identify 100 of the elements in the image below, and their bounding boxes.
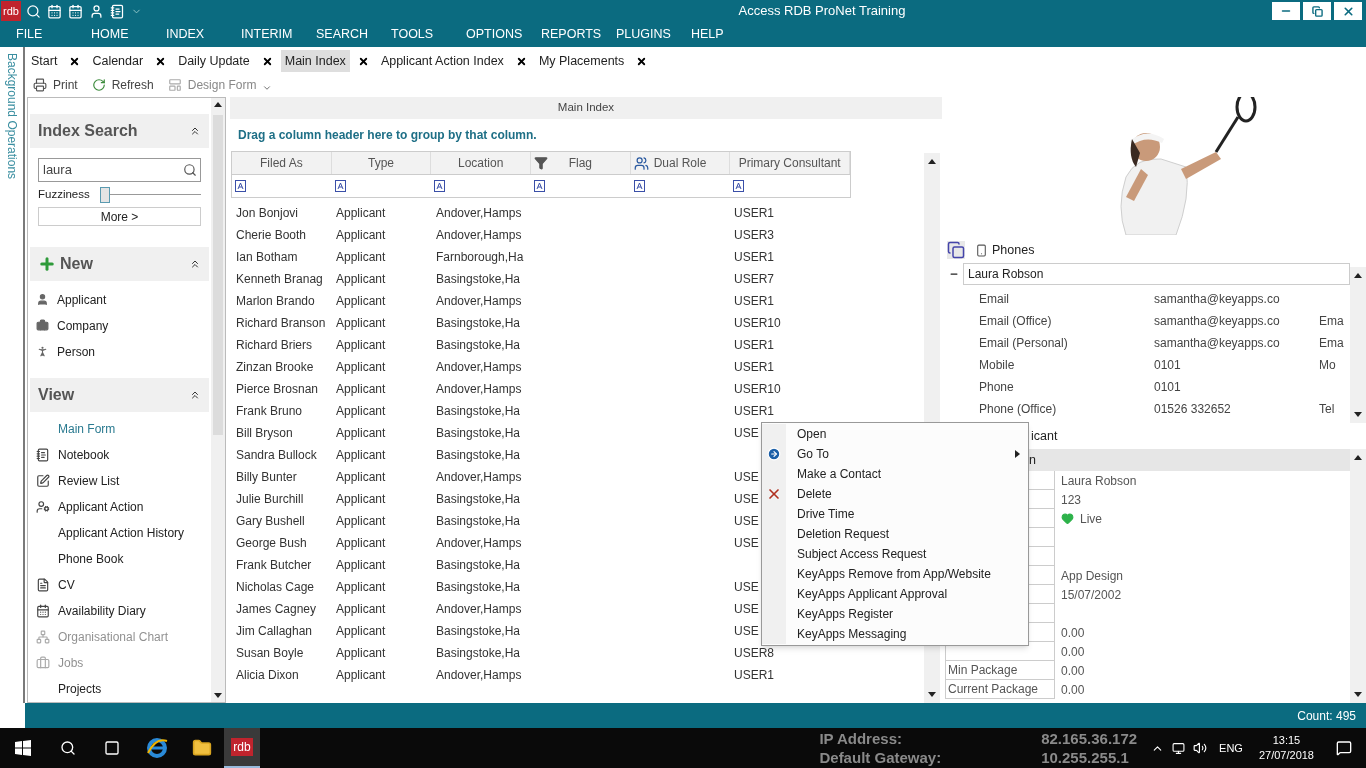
table-cell-text: USER8 [734, 645, 774, 662]
table-cell-text: Ema [1319, 313, 1344, 330]
table-cell-text: Frank Butcher [235, 557, 313, 574]
table-cell-text: Applicant [335, 293, 387, 310]
table-cell-text: Basingstoke,Ha [435, 337, 522, 354]
table-cell-text: Andover,Hamps [435, 601, 523, 618]
table-cell-text: Applicant [335, 403, 387, 420]
table-cell-text: Applicant [335, 249, 387, 266]
field-value: 0.00 [1061, 624, 1085, 642]
table-cell-text: Applicant [335, 337, 387, 354]
table-cell-text: USE [734, 491, 759, 508]
table-cell-text: Applicant [335, 535, 387, 552]
table-cell-text: Phone [978, 379, 1015, 396]
window-title: Access RDB ProNet Training [737, 2, 907, 21]
table-cell-text: USE [734, 535, 759, 552]
group-hint: Drag a column header here to group by that column. [238, 127, 537, 144]
table-cell-text: Email (Office) [978, 313, 1053, 330]
table-cell-text: Applicant [335, 513, 387, 530]
table-cell-text: Basingstoke,Ha [435, 491, 522, 508]
table-cell-text: Email [978, 291, 1010, 308]
field-value: 0.00 [1061, 681, 1085, 699]
table-cell-text: Marlon Brando [235, 293, 316, 310]
field-value: App Design [1061, 567, 1124, 585]
table-cell-text: USE [734, 579, 759, 596]
table-cell-text: Alicia Dixon [235, 667, 300, 684]
table-cell-text: Andover,Hamps [435, 205, 523, 222]
label-cell: Min Package [945, 661, 1055, 680]
table-cell-text: Basingstoke,Ha [435, 623, 522, 640]
fuzziness-label: Fuzziness [38, 186, 90, 202]
table-cell-text: samantha@keyapps.co [1154, 313, 1281, 330]
desktop-info-label: IP Address: [819, 729, 903, 748]
table-cell-text: Applicant [335, 271, 387, 288]
desktop-info-value: 82.165.36.172 [1041, 729, 1138, 748]
field-value: 15/07/2002 [1061, 586, 1122, 604]
table-cell-text: Julie Burchill [235, 491, 305, 508]
table-cell-text: Jon Bonjovi [235, 205, 300, 222]
table-cell-text: Sandra Bullock [235, 447, 318, 464]
table-cell-text: Basingstoke,Ha [435, 403, 522, 420]
table-cell-text: Pierce Brosnan [235, 381, 320, 398]
table-cell-text: Jim Callaghan [235, 623, 314, 640]
table-cell-text: Billy Bunter [235, 469, 298, 486]
table-cell-text: USER1 [734, 337, 774, 354]
table-cell-text: James Cagney [235, 601, 318, 618]
table-cell-text: Andover,Hamps [435, 469, 523, 486]
table-cell-text: Applicant [335, 227, 387, 244]
table-cell-text: USE [734, 425, 759, 442]
table-cell-text: Applicant [335, 359, 387, 376]
field-value: 123 [1061, 491, 1082, 509]
table-cell-text: Cherie Booth [235, 227, 308, 244]
table-cell-text: Andover,Hamps [435, 535, 523, 552]
table-cell-text: USER1 [734, 403, 774, 420]
table-cell-text: Andover,Hamps [435, 293, 523, 310]
table-cell-text: Applicant [335, 557, 387, 574]
table-cell-text: Applicant [335, 667, 387, 684]
table-cell-text: Applicant [335, 205, 387, 222]
table-cell-text: 01526 332652 [1154, 401, 1232, 418]
section-title: New [60, 253, 94, 274]
section-title: icant [1031, 427, 1058, 445]
table-cell-text: USE [734, 513, 759, 530]
table-cell-text: Kenneth Branag [235, 271, 324, 288]
table-cell-text: USER10 [734, 315, 781, 332]
table-cell-text: USER1 [734, 667, 774, 684]
table-cell-text: Applicant [335, 447, 387, 464]
section-title: Index Search [38, 120, 139, 141]
table-cell-text: USE [734, 469, 759, 486]
field-value: Laura Robson [1061, 472, 1137, 490]
table-cell-text: George Bush [235, 535, 308, 552]
table-cell-text: Mo [1319, 357, 1336, 374]
table-cell-text: Andover,Hamps [435, 381, 523, 398]
table-cell-text: samantha@keyapps.co [1154, 291, 1281, 308]
table-cell-text: Applicant [335, 579, 387, 596]
table-cell-text: USER1 [734, 249, 774, 266]
table-cell-text: USER10 [734, 381, 781, 398]
table-cell-text: USER7 [734, 271, 774, 288]
field-value: Live [1080, 510, 1102, 528]
table-cell-text: Basingstoke,Ha [435, 271, 522, 288]
table-cell-text: USER1 [734, 359, 774, 376]
table-cell-text: Applicant [335, 491, 387, 508]
table-cell-text: Applicant [335, 315, 387, 332]
table-cell-text: Andover,Hamps [435, 667, 523, 684]
table-cell-text: Mobile [978, 357, 1016, 374]
table-cell-text: Basingstoke,Ha [435, 645, 522, 662]
table-cell-text: Applicant [335, 469, 387, 486]
table-cell-text: Applicant [335, 623, 387, 640]
table-cell-text: USER1 [734, 293, 774, 310]
table-cell-text: Zinzan Brooke [235, 359, 315, 376]
record-count: Count: 495 [1297, 707, 1356, 725]
desktop-info-label: Default Gateway: [819, 748, 942, 767]
table-cell-text: Andover,Hamps [435, 359, 523, 376]
table-cell-text: 0101 [1154, 357, 1182, 374]
table-cell-text: Basingstoke,Ha [435, 579, 522, 596]
table-cell-text: Richard Briers [235, 337, 314, 354]
table-cell-text: samantha@keyapps.co [1154, 335, 1281, 352]
table-cell-text: USER3 [734, 227, 774, 244]
desktop-info-value: 10.255.255.1 [1041, 748, 1130, 767]
table-cell-text: Phone (Office) [978, 401, 1058, 418]
field-value: 0.00 [1061, 643, 1085, 661]
table-cell-text: USE [734, 601, 759, 618]
table-cell-text: Applicant [335, 645, 387, 662]
table-cell-text: Applicant [335, 425, 387, 442]
